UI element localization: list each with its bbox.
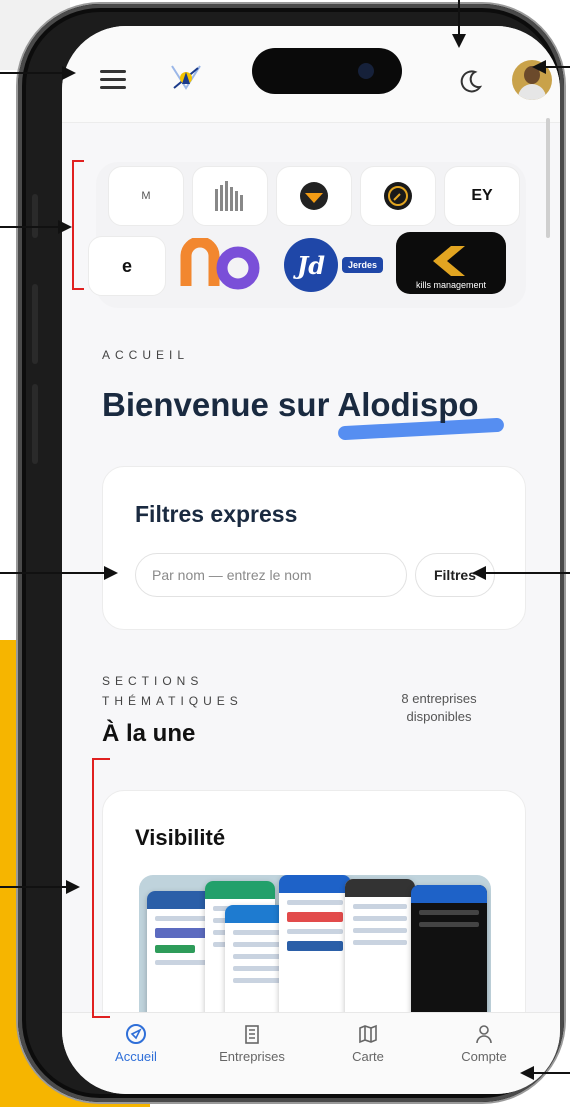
- sections-overline-1: SECTIONS: [102, 674, 204, 688]
- annotation-arrow-line: [532, 1072, 570, 1074]
- sections-overline-2: THÉMATIQUES: [102, 694, 243, 708]
- annotation-arrow-head: [452, 34, 466, 48]
- partner-logo-jerdes[interactable]: Jd Jerdes: [284, 236, 388, 294]
- building-logo-icon: [215, 181, 243, 211]
- nav-entreprises[interactable]: Entreprises: [202, 1023, 302, 1064]
- title-brand: Alodispo: [337, 386, 479, 423]
- page-overline: ACCUEIL: [102, 348, 190, 362]
- orange-circle-logo-icon: [300, 182, 328, 210]
- annotation-arrow-head: [58, 220, 72, 234]
- partner-logo-building[interactable]: [192, 166, 268, 226]
- annotation-arrow-line: [484, 572, 570, 574]
- title-prefix: Bienvenue sur: [102, 386, 338, 423]
- phone-button: [32, 284, 38, 364]
- annotation-arrow-head: [520, 1066, 534, 1080]
- nav-accueil[interactable]: Accueil: [86, 1023, 186, 1064]
- app-screen: M EY e Jd Jerdes kills management ACCUEI…: [62, 26, 560, 1094]
- jerdes-label: Jerdes: [342, 257, 384, 273]
- nav-carte[interactable]: Carte: [318, 1023, 418, 1064]
- app-logo-icon[interactable]: [166, 58, 206, 98]
- phone-button: [32, 384, 38, 464]
- annotation-bracket: [92, 758, 110, 1018]
- partner-logo-m[interactable]: M: [108, 166, 184, 226]
- user-icon: [476, 1025, 492, 1044]
- kills-label: kills management: [415, 280, 487, 290]
- annotation-arrow-line: [544, 66, 570, 68]
- annotation-arrow-head: [472, 566, 486, 580]
- nav-accueil-label: Accueil: [115, 1049, 157, 1064]
- hamburger-icon[interactable]: [100, 70, 126, 90]
- annotation-arrow-line: [0, 72, 62, 74]
- swirl-logo-icon: [180, 238, 260, 290]
- section-heading: À la une: [102, 720, 196, 747]
- phone-button: [32, 194, 38, 238]
- annotation-arrow-line: [0, 226, 58, 228]
- annotation-arrow-head: [104, 566, 118, 580]
- scrollbar[interactable]: [546, 118, 550, 238]
- compass-logo-icon: [384, 182, 412, 210]
- annotation-arrow-line: [458, 0, 460, 36]
- partner-logo-no[interactable]: [172, 236, 274, 294]
- annotation-arrow-head: [62, 66, 76, 80]
- partner-logo-tv[interactable]: [276, 166, 352, 226]
- partner-logos-carousel[interactable]: M EY e Jd Jerdes kills management: [88, 162, 526, 308]
- annotation-arrow-head: [532, 60, 546, 74]
- moon-icon[interactable]: [458, 68, 484, 94]
- nav-carte-label: Carte: [352, 1049, 384, 1064]
- partner-logo-kills[interactable]: kills management: [396, 232, 506, 294]
- company-count: 8 entreprises disponibles: [401, 691, 477, 724]
- nav-compte-label: Compte: [461, 1049, 507, 1064]
- visibility-title: Visibilité: [135, 825, 226, 850]
- compass-icon: [126, 1024, 146, 1044]
- nav-entreprises-label: Entreprises: [219, 1049, 285, 1064]
- k-logo-icon: [433, 246, 465, 276]
- building-icon: [245, 1025, 259, 1044]
- partner-logo-compass[interactable]: [360, 166, 436, 226]
- annotation-arrow-head: [66, 880, 80, 894]
- bottom-nav: Accueil Entreprises Carte Compte: [62, 1012, 560, 1094]
- jd-logo: Jd: [284, 238, 338, 292]
- filter-card: Filtres express Filtres: [102, 466, 526, 630]
- partner-logo-ey[interactable]: EY: [444, 166, 520, 226]
- partner-logo-e[interactable]: e: [88, 236, 166, 296]
- map-icon: [359, 1024, 377, 1044]
- annotation-arrow-line: [0, 886, 66, 888]
- page-title: Bienvenue sur Alodispo: [102, 386, 479, 424]
- search-input[interactable]: [135, 553, 407, 597]
- annotation-arrow-line: [0, 572, 104, 574]
- nav-compte[interactable]: Compte: [434, 1023, 534, 1064]
- annotation-bracket: [72, 160, 84, 290]
- filter-title: Filtres express: [135, 501, 298, 527]
- dynamic-island: [252, 48, 402, 94]
